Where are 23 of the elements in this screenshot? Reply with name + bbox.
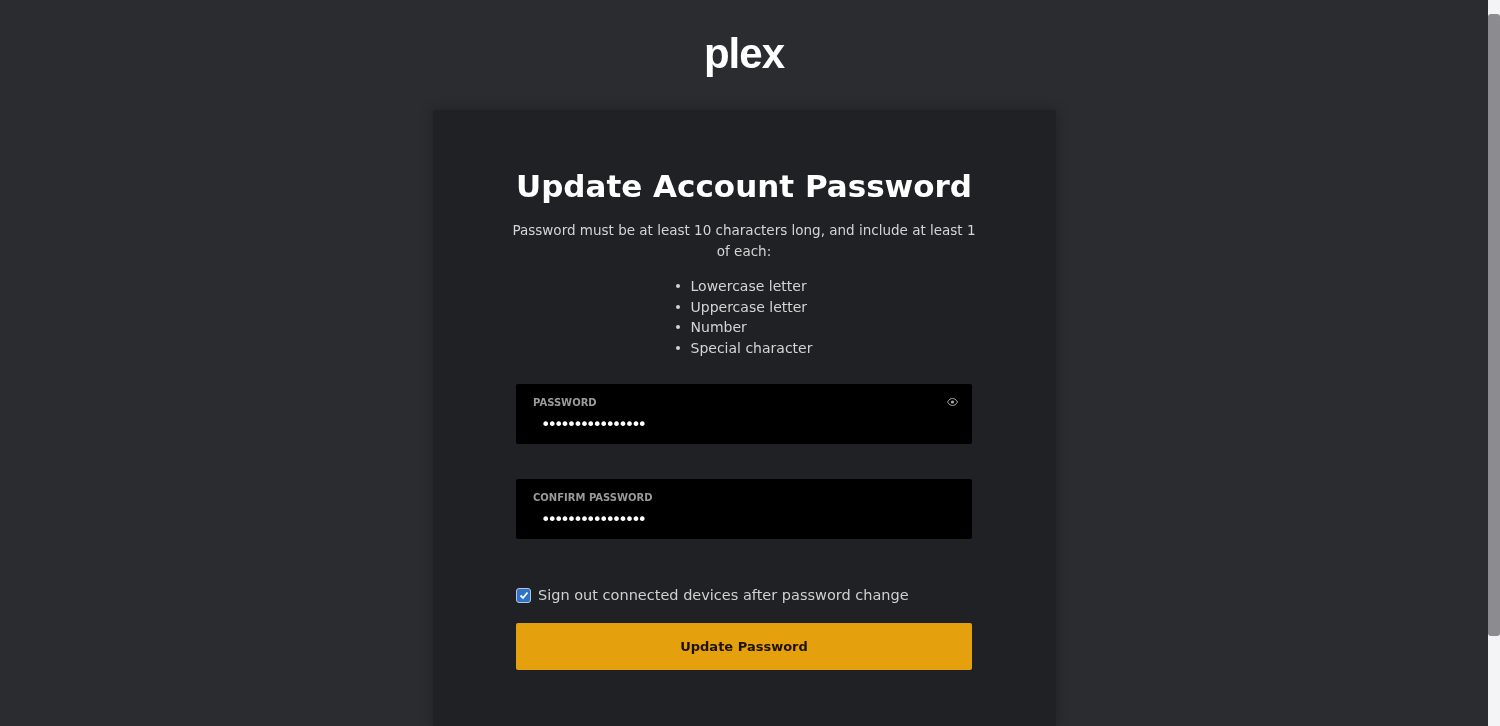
field-label: PASSWORD: [533, 396, 597, 408]
checkbox-label: Sign out connected devices after password change: [538, 587, 909, 603]
password-field[interactable]: CONFIRM PASSWORD ••••••••••••••••: [516, 479, 972, 539]
password-value: ••••••••••••••••: [540, 415, 644, 434]
requirement-text: Number: [690, 319, 747, 336]
page-title: Update Account Password: [516, 168, 972, 204]
scrollbar[interactable]: [1488, 0, 1500, 726]
bullet-icon: [675, 325, 680, 330]
description-text: Password must be at least 10 characters long, and include at least 1 of each:: [511, 221, 977, 261]
password-field[interactable]: PASSWORD ••••••••••••••••: [516, 384, 972, 444]
logo: plex: [703, 30, 784, 78]
requirement-text: Lowercase letter: [690, 278, 807, 295]
requirement-text: Uppercase letter: [690, 298, 808, 315]
eye-icon[interactable]: [947, 398, 958, 406]
field-label: CONFIRM PASSWORD: [533, 491, 653, 503]
update-password-button[interactable]: Update Password: [516, 623, 972, 670]
requirement-text: Special character: [690, 339, 813, 356]
password-value: ••••••••••••••••: [540, 510, 644, 529]
bullet-icon: [675, 304, 680, 309]
checkbox[interactable]: [516, 587, 531, 603]
check-icon: [518, 590, 529, 600]
bullet-icon: [675, 345, 680, 350]
bullet-icon: [675, 284, 680, 289]
